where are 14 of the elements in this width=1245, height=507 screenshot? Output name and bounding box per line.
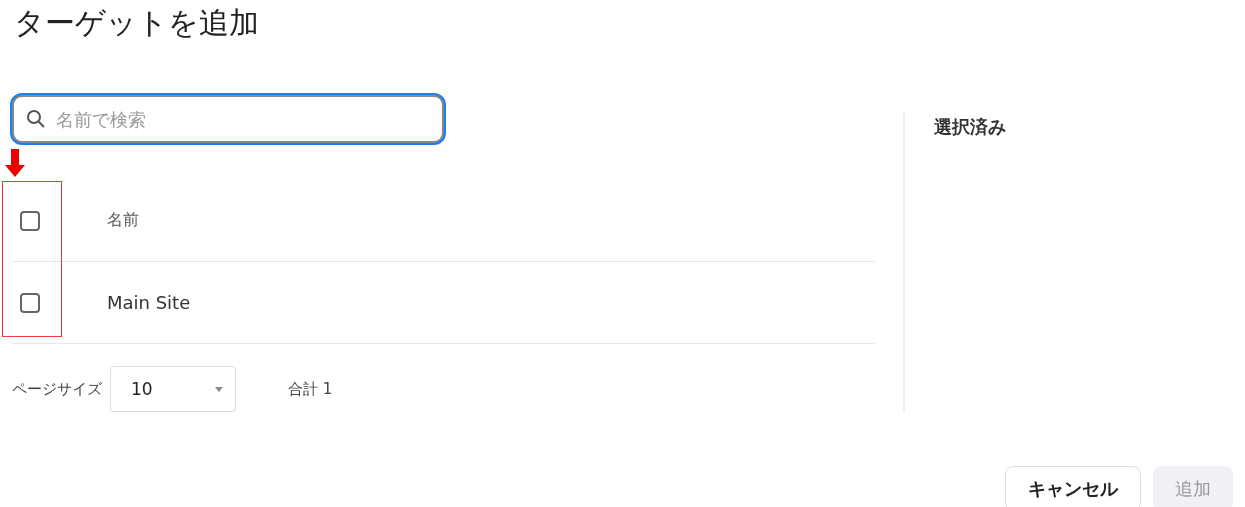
- table-cell: Main Site: [107, 292, 191, 313]
- search-field[interactable]: 名前で検索: [12, 95, 444, 143]
- page-size-select[interactable]: 10: [110, 366, 236, 412]
- cancel-button[interactable]: キャンセル: [1005, 466, 1141, 507]
- search-icon: [26, 109, 46, 129]
- row-checkbox[interactable]: [20, 292, 40, 313]
- arrow-icon: [5, 149, 25, 177]
- select-all-checkbox[interactable]: [20, 210, 40, 231]
- dialog-title: ターゲットを追加: [13, 4, 260, 42]
- panel-title: 選択済み: [934, 115, 1006, 139]
- total-count: 合計 1: [288, 379, 333, 399]
- page-size-label: ページサイズ: [12, 379, 102, 399]
- column-header: 名前: [107, 210, 139, 231]
- caret-icon: [215, 386, 223, 392]
